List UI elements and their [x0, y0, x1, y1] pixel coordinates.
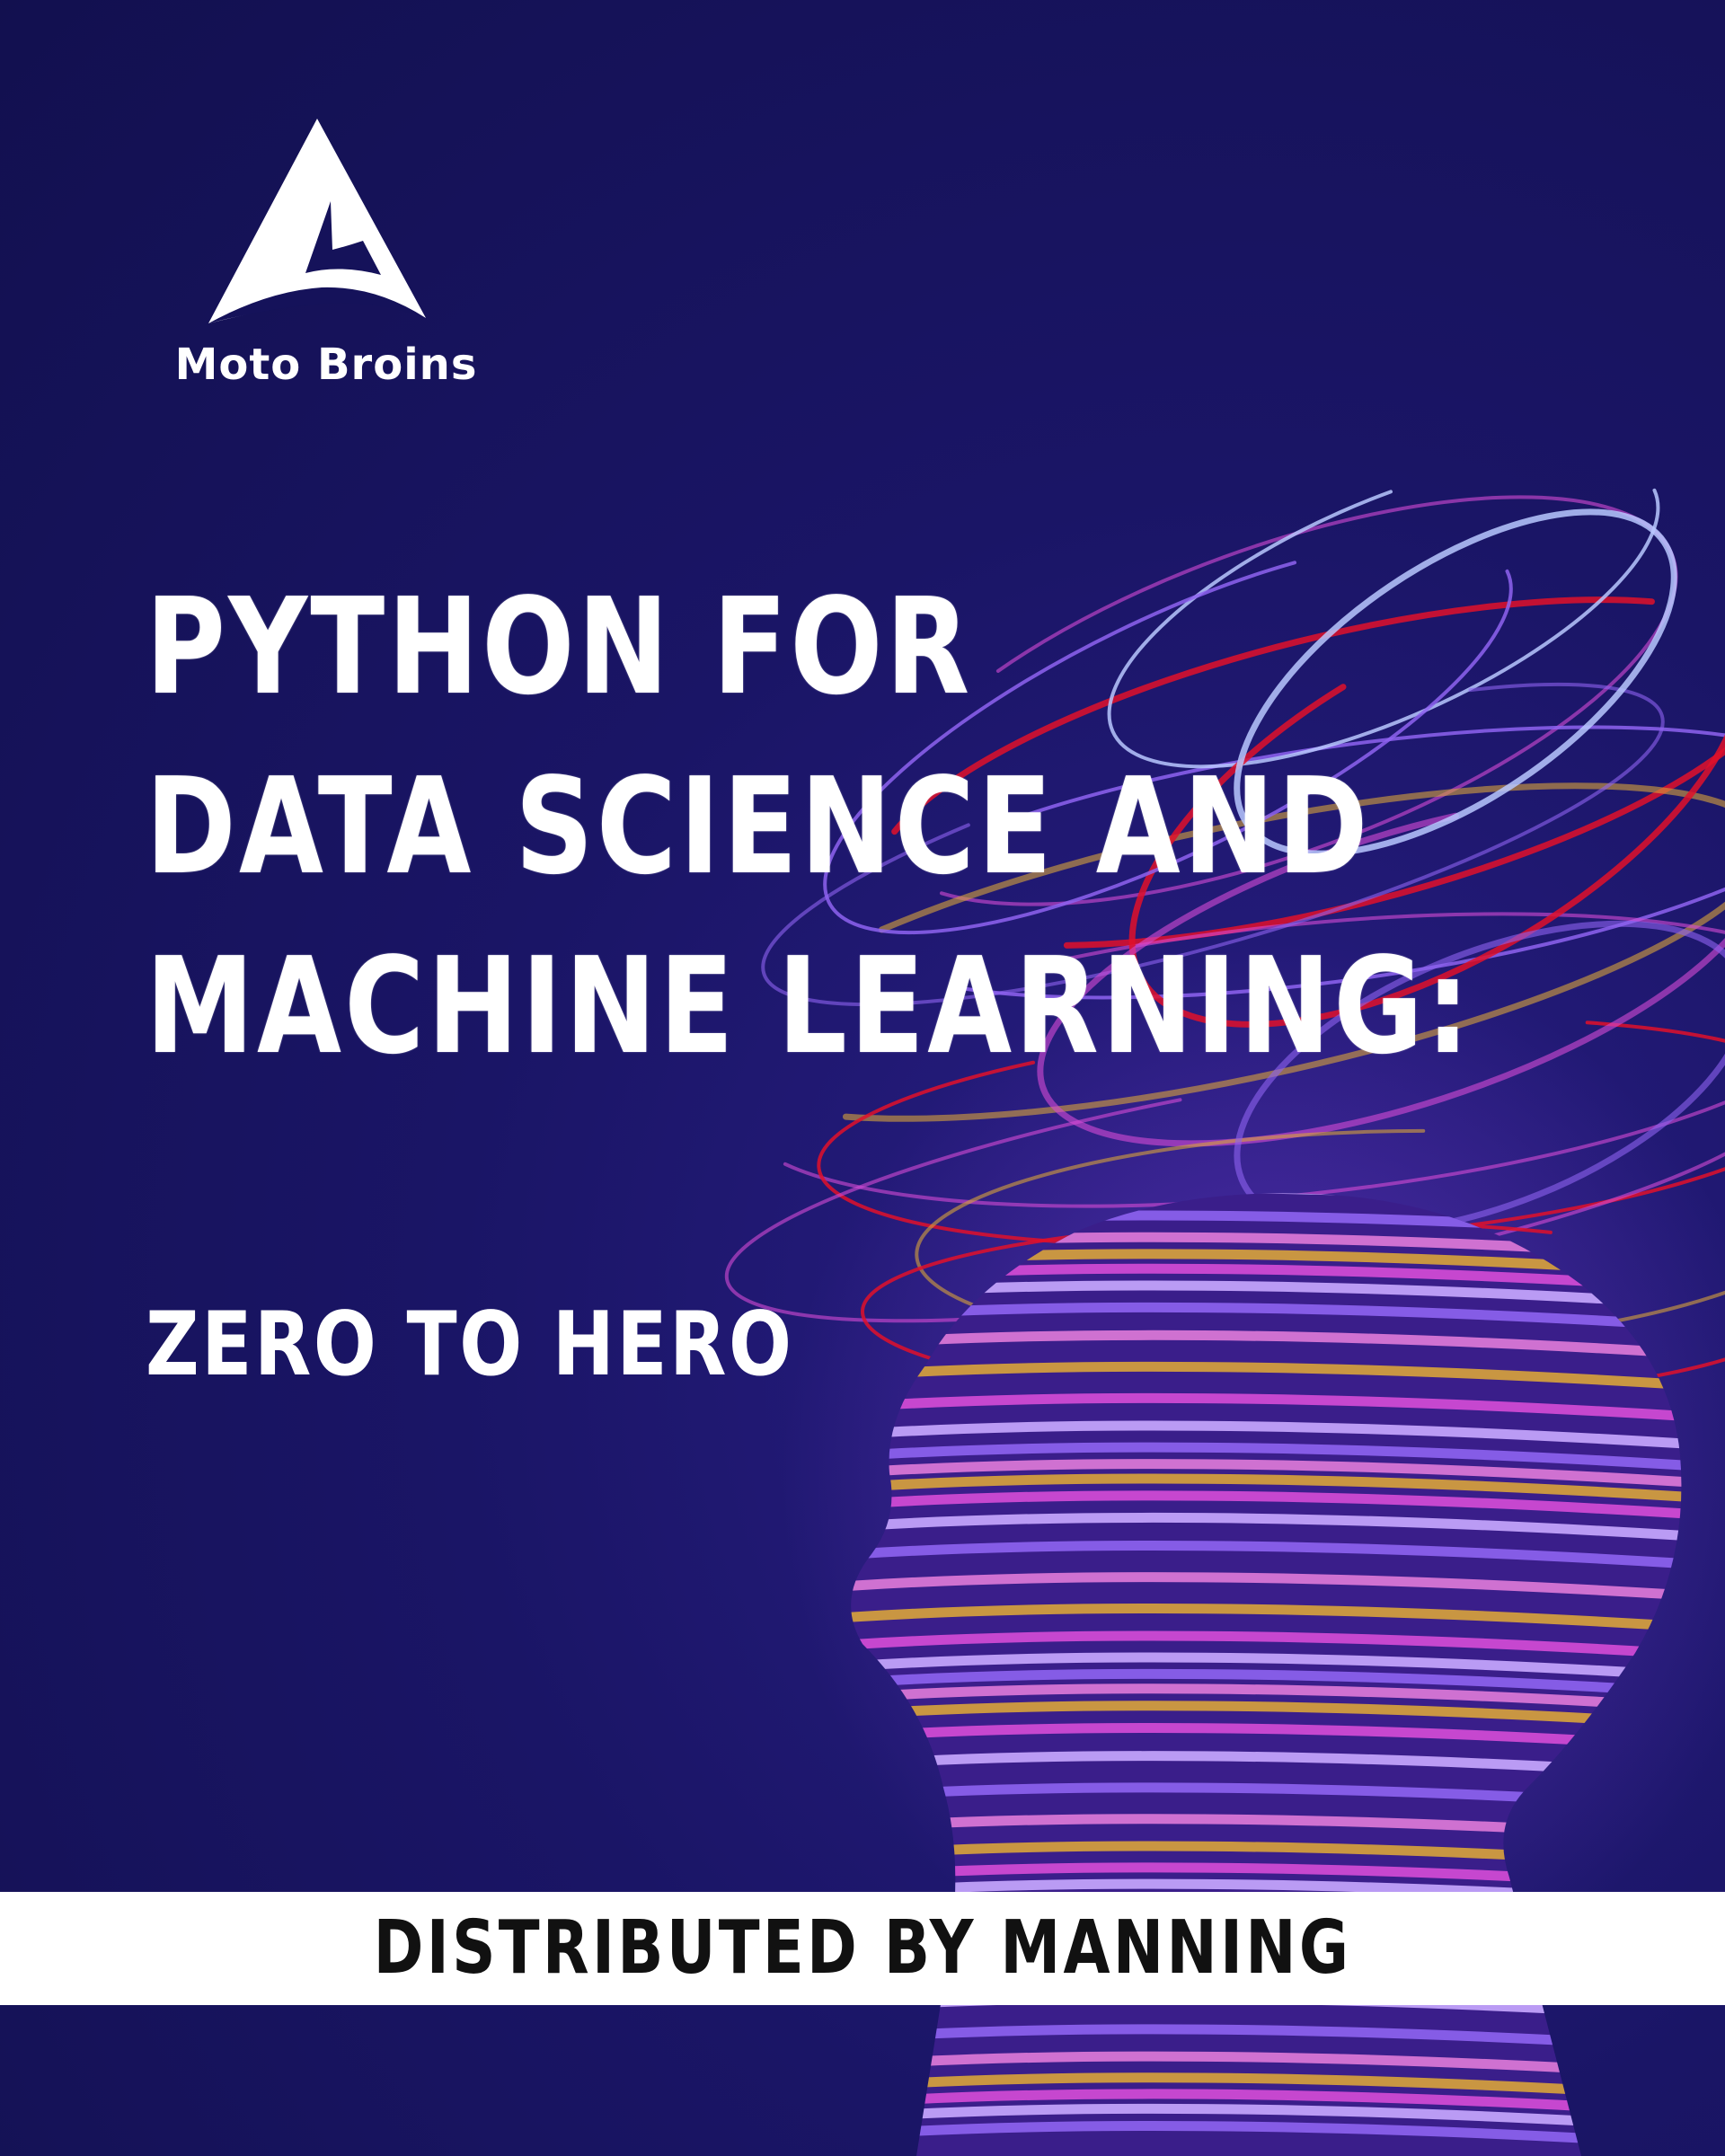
distribution-banner-text: DISTRIBUTED BY MANNING	[373, 1905, 1352, 1991]
publisher-name: Moto Broins	[174, 340, 478, 390]
book-title: PYTHON FOR DATA SCIENCE AND MACHINE LEAR…	[146, 557, 1473, 1096]
book-subtitle: ZERO TO HERO	[146, 1294, 794, 1396]
publisher-logo: Moto Broins	[160, 115, 492, 402]
title-line-1: PYTHON FOR	[146, 570, 973, 724]
triangle-a-logo-icon	[208, 119, 426, 323]
title-line-3: MACHINE LEARNING:	[146, 929, 1473, 1083]
distribution-banner: DISTRIBUTED BY MANNING	[0, 1892, 1725, 2005]
book-cover: Moto Broins PYTHON FOR DATA SCIENCE AND …	[0, 0, 1725, 2156]
title-line-2: DATA SCIENCE AND	[146, 749, 1371, 904]
